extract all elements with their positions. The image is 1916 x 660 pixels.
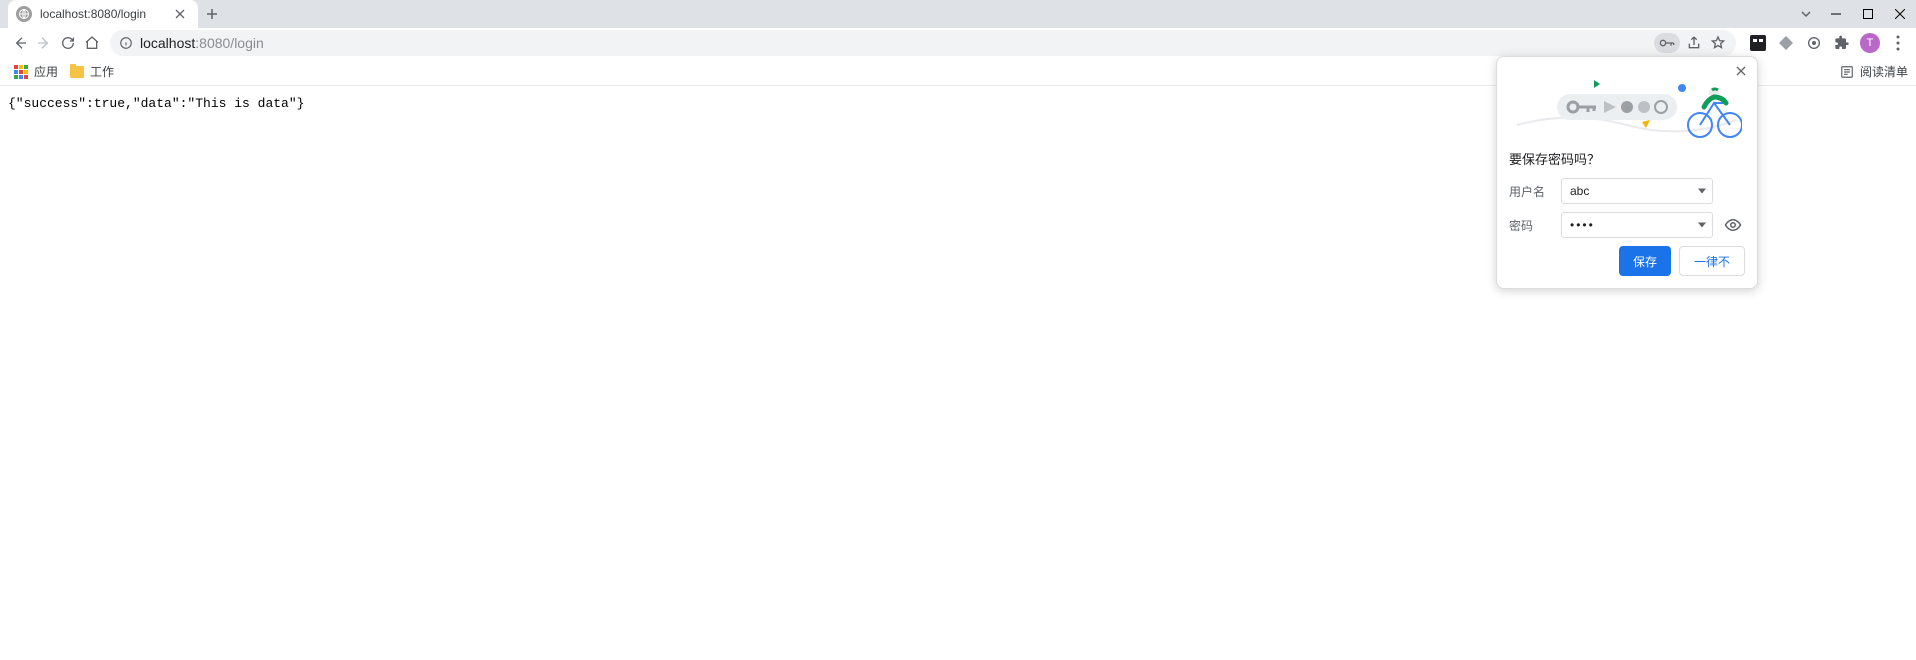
never-button[interactable]: 一律不 <box>1679 246 1745 276</box>
chrome-menu-icon[interactable] <box>1888 33 1908 53</box>
reveal-password-icon[interactable] <box>1721 213 1745 237</box>
apps-label: 应用 <box>34 63 58 80</box>
url-host: localhost <box>140 35 195 51</box>
minimize-button[interactable] <box>1820 0 1852 28</box>
forward-button[interactable] <box>32 31 56 55</box>
apps-bookmark[interactable]: 应用 <box>8 63 64 80</box>
apps-icon <box>14 65 28 79</box>
address-bar-row: localhost:8080/login <box>0 28 1916 58</box>
maximize-button[interactable] <box>1852 0 1884 28</box>
manage-password-chip[interactable] <box>1654 33 1680 53</box>
titlebar: localhost:8080/login <box>0 0 1916 28</box>
site-info-icon[interactable] <box>118 35 134 51</box>
extension-icon-1[interactable] <box>1748 33 1768 53</box>
password-field-row: 密码 •••• <box>1509 212 1745 238</box>
browser-tab[interactable]: localhost:8080/login <box>8 0 198 28</box>
popup-actions: 保存 一律不 <box>1509 246 1745 276</box>
password-dropdown[interactable]: •••• <box>1561 212 1713 238</box>
back-button[interactable] <box>8 31 32 55</box>
close-window-button[interactable] <box>1884 0 1916 28</box>
chevron-down-icon <box>1698 189 1706 194</box>
password-masked: •••• <box>1570 218 1595 232</box>
popup-illustration <box>1509 69 1745 141</box>
window-controls <box>1792 0 1916 28</box>
url-text: localhost:8080/login <box>140 35 264 51</box>
bookmark-folder-label: 工作 <box>90 63 114 80</box>
reading-list-label: 阅读清单 <box>1860 63 1908 80</box>
close-icon[interactable] <box>1733 63 1749 79</box>
bookmark-star-icon[interactable] <box>1708 33 1728 53</box>
toolbar-right: T <box>1748 33 1908 53</box>
share-icon[interactable] <box>1684 33 1704 53</box>
save-password-popup: 要保存密码吗？ 用户名 abc 密码 •••• <box>1496 56 1758 289</box>
omnibox-actions <box>1654 33 1728 53</box>
omnibox[interactable]: localhost:8080/login <box>110 30 1736 56</box>
home-button[interactable] <box>80 31 104 55</box>
profile-avatar[interactable]: T <box>1860 33 1880 53</box>
chevron-down-icon[interactable] <box>1792 8 1820 20</box>
extension-icon-2[interactable] <box>1776 33 1796 53</box>
globe-icon <box>16 6 32 22</box>
reading-list-icon <box>1840 65 1854 79</box>
new-tab-button[interactable] <box>198 0 226 28</box>
password-label: 密码 <box>1509 217 1553 234</box>
username-value: abc <box>1570 184 1589 198</box>
username-label: 用户名 <box>1509 183 1553 200</box>
popup-title: 要保存密码吗？ <box>1509 149 1745 168</box>
reading-list-button[interactable]: 阅读清单 <box>1840 63 1908 80</box>
username-dropdown[interactable]: abc <box>1561 178 1713 204</box>
extensions-puzzle-icon[interactable] <box>1832 33 1852 53</box>
chevron-down-icon <box>1698 223 1706 228</box>
reload-button[interactable] <box>56 31 80 55</box>
extension-icon-3[interactable] <box>1804 33 1824 53</box>
url-path: :8080/login <box>195 35 264 51</box>
tab-title: localhost:8080/login <box>40 7 172 21</box>
folder-icon <box>70 66 84 78</box>
bookmark-folder-work[interactable]: 工作 <box>64 63 120 80</box>
username-field-row: 用户名 abc <box>1509 178 1745 204</box>
close-tab-icon[interactable] <box>172 6 188 22</box>
save-button[interactable]: 保存 <box>1619 246 1671 276</box>
